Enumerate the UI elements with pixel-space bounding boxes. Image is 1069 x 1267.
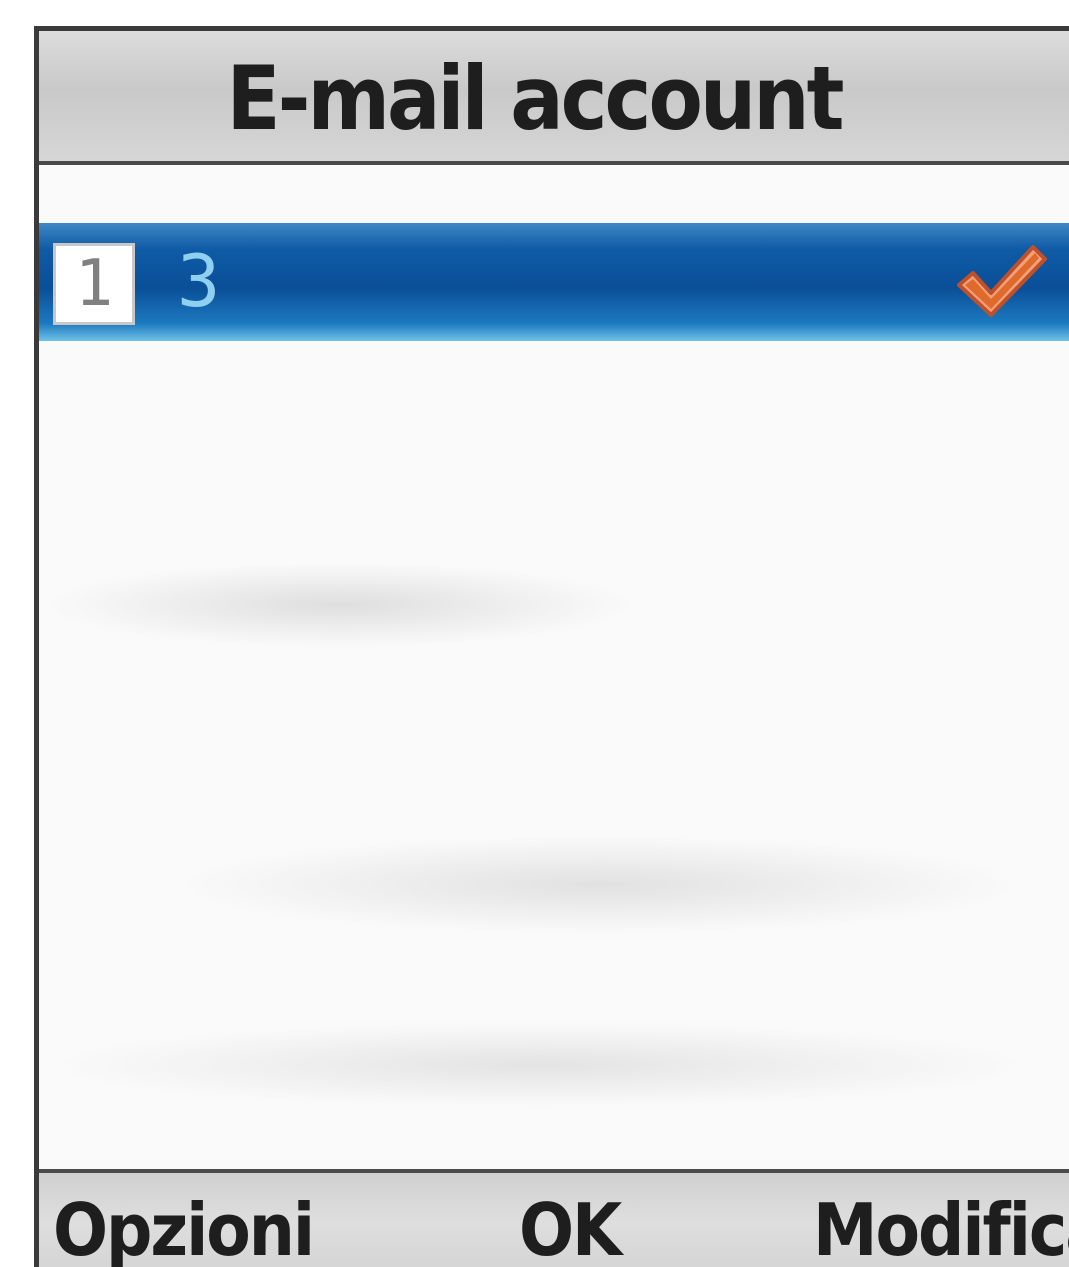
softkey-bar: Opzioni OK Modifica [39, 1169, 1069, 1267]
page-title: E-mail account [226, 47, 845, 150]
ok-softkey[interactable]: OK [519, 1187, 622, 1267]
checkmark-icon [957, 245, 1047, 317]
phone-screen: E-mail account 1 3 Opzioni OK Modifica [34, 26, 1069, 1267]
list-item-index: 1 [53, 243, 135, 325]
options-softkey[interactable]: Opzioni [53, 1187, 315, 1267]
list-item-account[interactable]: 1 3 [39, 223, 1069, 341]
account-list: 1 3 [39, 165, 1069, 1169]
list-item-label: 3 [177, 239, 221, 323]
edit-softkey[interactable]: Modifica [813, 1187, 1069, 1267]
title-bar: E-mail account [39, 31, 1069, 165]
